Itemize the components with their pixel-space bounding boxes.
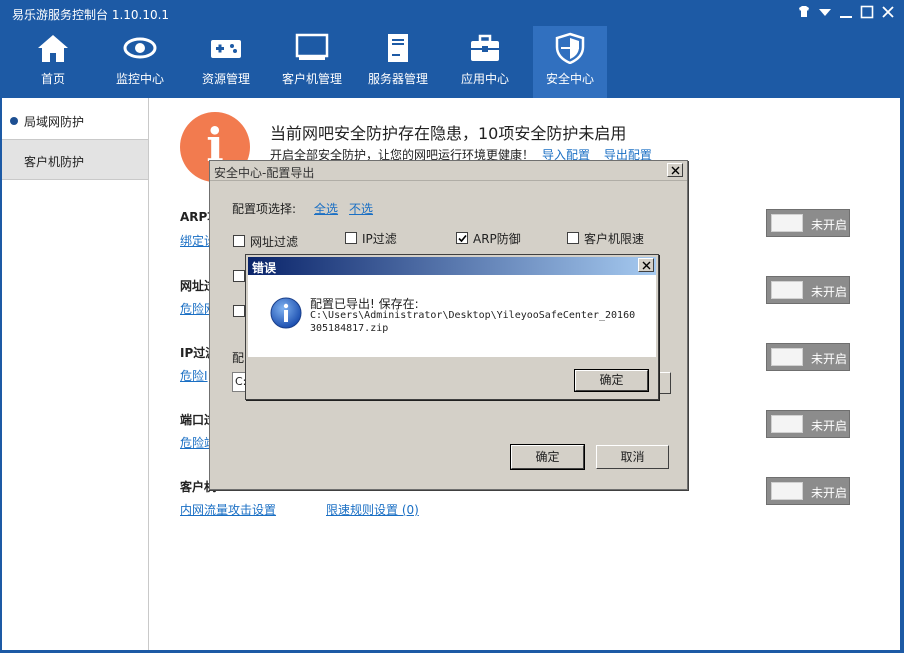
- minimize-icon[interactable]: [838, 4, 856, 22]
- toggle-ip[interactable]: 未开启: [766, 343, 850, 371]
- export-result-dialog: 错误 配置已导出! 保存在: C:\Users\Administrator\De…: [245, 254, 659, 400]
- selected-dot-icon: [10, 117, 18, 125]
- toggle-label: 未开启: [811, 285, 848, 299]
- title-bar: 易乐游服务控制台 1.10.10.1: [0, 0, 904, 26]
- checkbox-label: IP过滤: [362, 232, 397, 246]
- nav-monitor[interactable]: 监控中心: [103, 26, 177, 98]
- section-link-speed-rules[interactable]: 限速规则设置 (0): [326, 501, 419, 518]
- config-cancel-button[interactable]: 取消: [596, 445, 669, 469]
- toggle-arp[interactable]: 未开启: [766, 209, 850, 237]
- monitor-icon: [295, 33, 329, 60]
- sidebar-item-label: 客户机防护: [24, 155, 85, 169]
- dialog-titlebar: 安全中心-配置导出: [210, 161, 687, 181]
- saved-file-path: C:\Users\Administrator\Desktop\YileyooSa…: [310, 310, 636, 334]
- gamepad-icon: [211, 40, 241, 58]
- nav-servers[interactable]: 服务器管理: [361, 26, 435, 98]
- info-icon: [270, 297, 302, 329]
- section-link-flood[interactable]: 内网流量攻击设置: [180, 501, 276, 518]
- toggle-port[interactable]: 未开启: [766, 410, 850, 438]
- select-none-link[interactable]: 不选: [349, 200, 373, 217]
- main-nav: 首页 监控中心 资源管理 客户机管理 服务器管理 应用中心 安全中心: [0, 26, 904, 98]
- dialog-title: 错误: [252, 261, 277, 275]
- dialog-close-button[interactable]: [667, 163, 683, 177]
- checkbox-label: 客户机限速: [584, 232, 645, 246]
- section-link-ip[interactable]: 危险I: [180, 367, 208, 384]
- nav-label: 应用中心: [460, 72, 509, 86]
- nav-home[interactable]: 首页: [16, 26, 90, 98]
- toggle-label: 未开启: [811, 419, 848, 433]
- nav-label: 服务器管理: [367, 72, 428, 86]
- dialog-body: 配置已导出! 保存在: C:\Users\Administrator\Deskt…: [248, 275, 656, 357]
- config-ok-button[interactable]: 确定: [510, 444, 585, 470]
- dialog-close-button[interactable]: [638, 258, 654, 272]
- toggle-knob: [771, 281, 803, 299]
- toggle-knob: [771, 415, 803, 433]
- server-icon: [388, 34, 408, 62]
- app-window: 易乐游服务控制台 1.10.10.1 首页 监控中心 资源管理 客户机管理 服务…: [0, 0, 904, 653]
- toggle-knob: [771, 214, 803, 232]
- result-ok-button[interactable]: 确定: [574, 369, 649, 392]
- checkbox-label: ARP防御: [473, 232, 521, 246]
- path-label: 配: [232, 351, 245, 365]
- checkmark-icon: [458, 234, 467, 243]
- shield-icon: [555, 32, 585, 64]
- dialog-title: 安全中心-配置导出: [214, 166, 315, 180]
- status-headline: 当前网吧安全防护存在隐患，10项安全防护未启用: [270, 124, 627, 143]
- nav-label: 首页: [40, 72, 65, 86]
- sidebar-item-client-protection[interactable]: 客户机防护: [2, 140, 148, 180]
- nav-apps[interactable]: 应用中心: [448, 26, 522, 98]
- checkbox-label: 网址过滤: [250, 235, 299, 249]
- nav-label: 客户机管理: [281, 72, 342, 86]
- toggle-client[interactable]: 未开启: [766, 477, 850, 505]
- sidebar-item-label: 局域网防护: [24, 115, 85, 129]
- nav-label: 资源管理: [201, 72, 250, 86]
- checkbox-hidden-row2[interactable]: [233, 270, 245, 282]
- sidebar: 局域网防护 客户机防护: [2, 98, 149, 650]
- toggle-label: 未开启: [811, 352, 848, 366]
- browse-button[interactable]: [659, 372, 671, 394]
- eye-icon: [123, 37, 157, 59]
- checkbox-url-filter[interactable]: [233, 235, 245, 247]
- select-label: 配置项选择:: [232, 202, 297, 216]
- select-all-link[interactable]: 全选: [314, 200, 338, 217]
- toolbox-icon: [471, 34, 499, 61]
- nav-clients[interactable]: 客户机管理: [275, 26, 349, 98]
- close-icon[interactable]: [880, 4, 898, 22]
- maximize-icon[interactable]: [859, 4, 877, 22]
- menu-dropdown-icon[interactable]: [817, 4, 835, 22]
- sidebar-item-lan-protection[interactable]: 局域网防护: [2, 100, 148, 140]
- nav-label: 安全中心: [545, 72, 594, 86]
- dialog-titlebar: 错误: [248, 257, 656, 275]
- home-icon: [38, 35, 68, 62]
- nav-resources[interactable]: 资源管理: [189, 26, 263, 98]
- checkbox-client-speed[interactable]: [567, 232, 579, 244]
- toggle-label: 未开启: [811, 218, 848, 232]
- nav-label: 监控中心: [115, 72, 164, 86]
- toggle-url[interactable]: 未开启: [766, 276, 850, 304]
- toggle-label: 未开启: [811, 486, 848, 500]
- checkbox-arp-defense[interactable]: [456, 232, 468, 244]
- toggle-knob: [771, 482, 803, 500]
- toggle-knob: [771, 348, 803, 366]
- app-title: 易乐游服务控制台 1.10.10.1: [12, 8, 170, 22]
- skin-icon[interactable]: [796, 4, 814, 22]
- checkbox-ip-filter[interactable]: [345, 232, 357, 244]
- checkbox-hidden-row3[interactable]: [233, 305, 245, 317]
- nav-security[interactable]: 安全中心: [533, 26, 607, 98]
